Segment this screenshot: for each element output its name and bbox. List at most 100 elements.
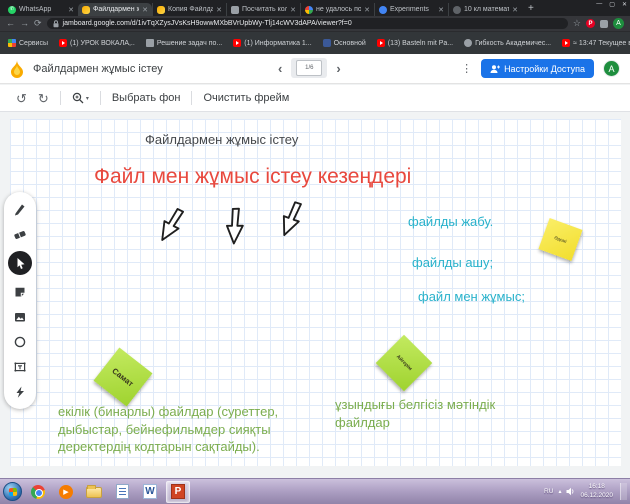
bookmark-informatics[interactable]: (1) Информатика 1... (233, 39, 311, 47)
tab-jamboard-active[interactable]: Файлдармен жұ ✕ (78, 3, 152, 16)
word-icon: W (143, 484, 157, 499)
blue-text-close-file[interactable]: файлды жабу. (408, 214, 493, 229)
sticky-note-green-aigerim[interactable]: Айгерім (376, 335, 433, 392)
green-paragraph-binary-files[interactable]: екілік (бинарлы) файлдар (суреттер, дыбы… (58, 403, 278, 456)
bookmark-current[interactable]: ≈ 13:47 Текущее в... (562, 39, 630, 47)
undo-icon[interactable]: ↺ (16, 92, 27, 105)
shape-circle-icon[interactable] (12, 334, 28, 350)
zoom-in-icon (72, 92, 84, 104)
tab-jamboard-copy[interactable]: Копия Файлдар ✕ (152, 3, 226, 16)
more-menu-icon[interactable]: ⋮ (461, 62, 472, 75)
browser-profile-avatar[interactable]: A (613, 18, 624, 29)
blue-text-open-file[interactable]: файлды ашу; (412, 255, 493, 270)
image-icon[interactable] (12, 309, 28, 325)
address-bar[interactable]: jamboard.google.com/d/1ivTqXZysJVsKsH9ow… (47, 18, 568, 29)
tab-whatsapp[interactable]: ✆ WhatsApp ✕ (4, 3, 78, 16)
taskbar-word-button[interactable]: W (138, 481, 162, 503)
windows-logo-icon (8, 487, 17, 496)
canvas-grid[interactable]: Файлдармен жұмыс істеу Файл мен жұмыс іс… (10, 119, 621, 466)
taskbar-media-player-button[interactable]: ▶ (54, 481, 78, 503)
jamboard-toolbar: ↺ ↻ ▾ Выбрать фон Очистить фрейм (0, 85, 630, 112)
extension-icon[interactable] (600, 20, 608, 28)
reload-icon[interactable]: ⟳ (34, 19, 42, 28)
bookmark-basteln[interactable]: (13) Basteln mit Pa... (377, 39, 453, 47)
tab-close-icon[interactable]: ✕ (438, 6, 444, 14)
taskbar-explorer-button[interactable] (82, 481, 106, 503)
maximize-button[interactable]: ▢ (609, 1, 615, 8)
tray-expand-icon[interactable]: ▴ (558, 488, 561, 495)
tab-close-icon[interactable]: ✕ (290, 6, 296, 14)
redo-icon[interactable]: ↻ (38, 92, 49, 105)
board-title-text[interactable]: Файлдармен жұмыс істеу (145, 132, 298, 147)
new-tab-button[interactable]: + (528, 3, 534, 14)
speaker-icon[interactable] (566, 487, 575, 496)
show-desktop-button[interactable] (620, 483, 627, 499)
bookmark-services[interactable]: Сервисы (8, 39, 48, 47)
tab-close-icon[interactable]: ✕ (68, 6, 74, 14)
folder-icon (86, 487, 102, 498)
sticky-note-green-samat[interactable]: Самат (94, 348, 153, 407)
close-button[interactable]: ✕ (622, 1, 627, 8)
tab-experiments[interactable]: Experiments ✕ (374, 3, 448, 16)
taskbar-chrome-button[interactable] (26, 481, 50, 503)
bookmark-tasks[interactable]: Решение задач по... (146, 39, 222, 47)
pinterest-extension-icon[interactable]: P (586, 19, 595, 28)
forward-icon[interactable]: → (20, 19, 29, 28)
blue-text-work-file[interactable]: файл мен жұмыс; (418, 289, 525, 304)
laser-pointer-icon[interactable] (12, 384, 28, 400)
drawing-tools-palette (4, 192, 36, 409)
account-avatar[interactable]: A (603, 60, 620, 77)
jamboard-icon (82, 6, 90, 14)
whatsapp-icon: ✆ (8, 6, 16, 14)
page-icon (146, 39, 154, 47)
back-icon[interactable]: ← (6, 19, 15, 28)
red-heading-text[interactable]: Файл мен жұмыс істеу кезеңдері (94, 165, 411, 189)
bookmarks-bar: Сервисы (1) УРОК ВОКАЛА,.. Решение задач… (0, 31, 630, 54)
jamboard-header: Файлдармен жұмыс істеу ‹ 1/6 › ⋮ Настрой… (0, 54, 630, 84)
down-arrow-drawing[interactable] (223, 206, 248, 247)
frame-indicator[interactable]: 1/6 (296, 60, 322, 76)
apps-grid-icon (8, 39, 16, 47)
clear-frame-button[interactable]: Очистить фрейм (203, 92, 289, 104)
person-add-icon (490, 64, 500, 74)
tab-close-icon[interactable]: ✕ (512, 6, 518, 14)
sticky-note-text: Әдемі (554, 235, 568, 244)
document-icon (116, 484, 129, 499)
taskbar-powerpoint-button[interactable]: P (166, 481, 190, 503)
sheet-icon (231, 6, 239, 14)
tab-label: Experiments (390, 6, 435, 13)
tab-pdf[interactable]: 10 кл математ.pdf ✕ (448, 3, 522, 16)
bookmark-vocal-lesson[interactable]: (1) УРОК ВОКАЛА,.. (59, 39, 135, 47)
jamboard-icon (157, 6, 165, 14)
google-icon (305, 6, 313, 14)
tab-count[interactable]: Посчитать коли ✕ (226, 3, 300, 16)
tab-close-icon[interactable]: ✕ (364, 6, 370, 14)
bookmark-star-icon[interactable]: ☆ (573, 19, 581, 28)
pen-icon[interactable] (12, 201, 28, 217)
bookmark-main[interactable]: Основной (323, 39, 366, 47)
tab-close-icon[interactable]: ✕ (216, 6, 222, 14)
bookmark-academic[interactable]: Гибкость Академичес... (464, 39, 551, 47)
taskbar-document-button[interactable] (110, 481, 134, 503)
green-paragraph-text-files[interactable]: ұзындығы белгісіз мәтіндік файлдар (335, 396, 495, 431)
zoom-tool[interactable]: ▾ (72, 92, 89, 104)
down-arrow-drawing[interactable] (151, 203, 191, 249)
tab-close-icon[interactable]: ✕ (142, 6, 148, 14)
minimize-button[interactable]: — (596, 1, 602, 8)
select-cursor-icon[interactable] (8, 251, 32, 275)
prev-frame-icon[interactable]: ‹ (278, 61, 282, 76)
taskbar-clock[interactable]: 16:18 06.12.2020 (580, 483, 613, 499)
jam-title[interactable]: Файлдармен жұмыс істеу (33, 63, 163, 75)
down-arrow-drawing[interactable] (273, 197, 309, 242)
text-box-icon[interactable] (12, 359, 28, 375)
frame-chip-wrap[interactable]: 1/6 (291, 58, 327, 78)
sticky-note-yellow[interactable]: Әдемі (538, 218, 582, 261)
tab-google[interactable]: не удалось пока ✕ (300, 3, 374, 16)
share-settings-button[interactable]: Настройки Доступа (481, 59, 594, 78)
next-frame-icon[interactable]: › (336, 61, 340, 76)
eraser-icon[interactable] (12, 226, 28, 242)
language-indicator[interactable]: RU (544, 488, 553, 495)
sticky-note-icon[interactable] (12, 284, 28, 300)
start-button[interactable] (3, 482, 22, 501)
choose-background-button[interactable]: Выбрать фон (112, 92, 181, 104)
